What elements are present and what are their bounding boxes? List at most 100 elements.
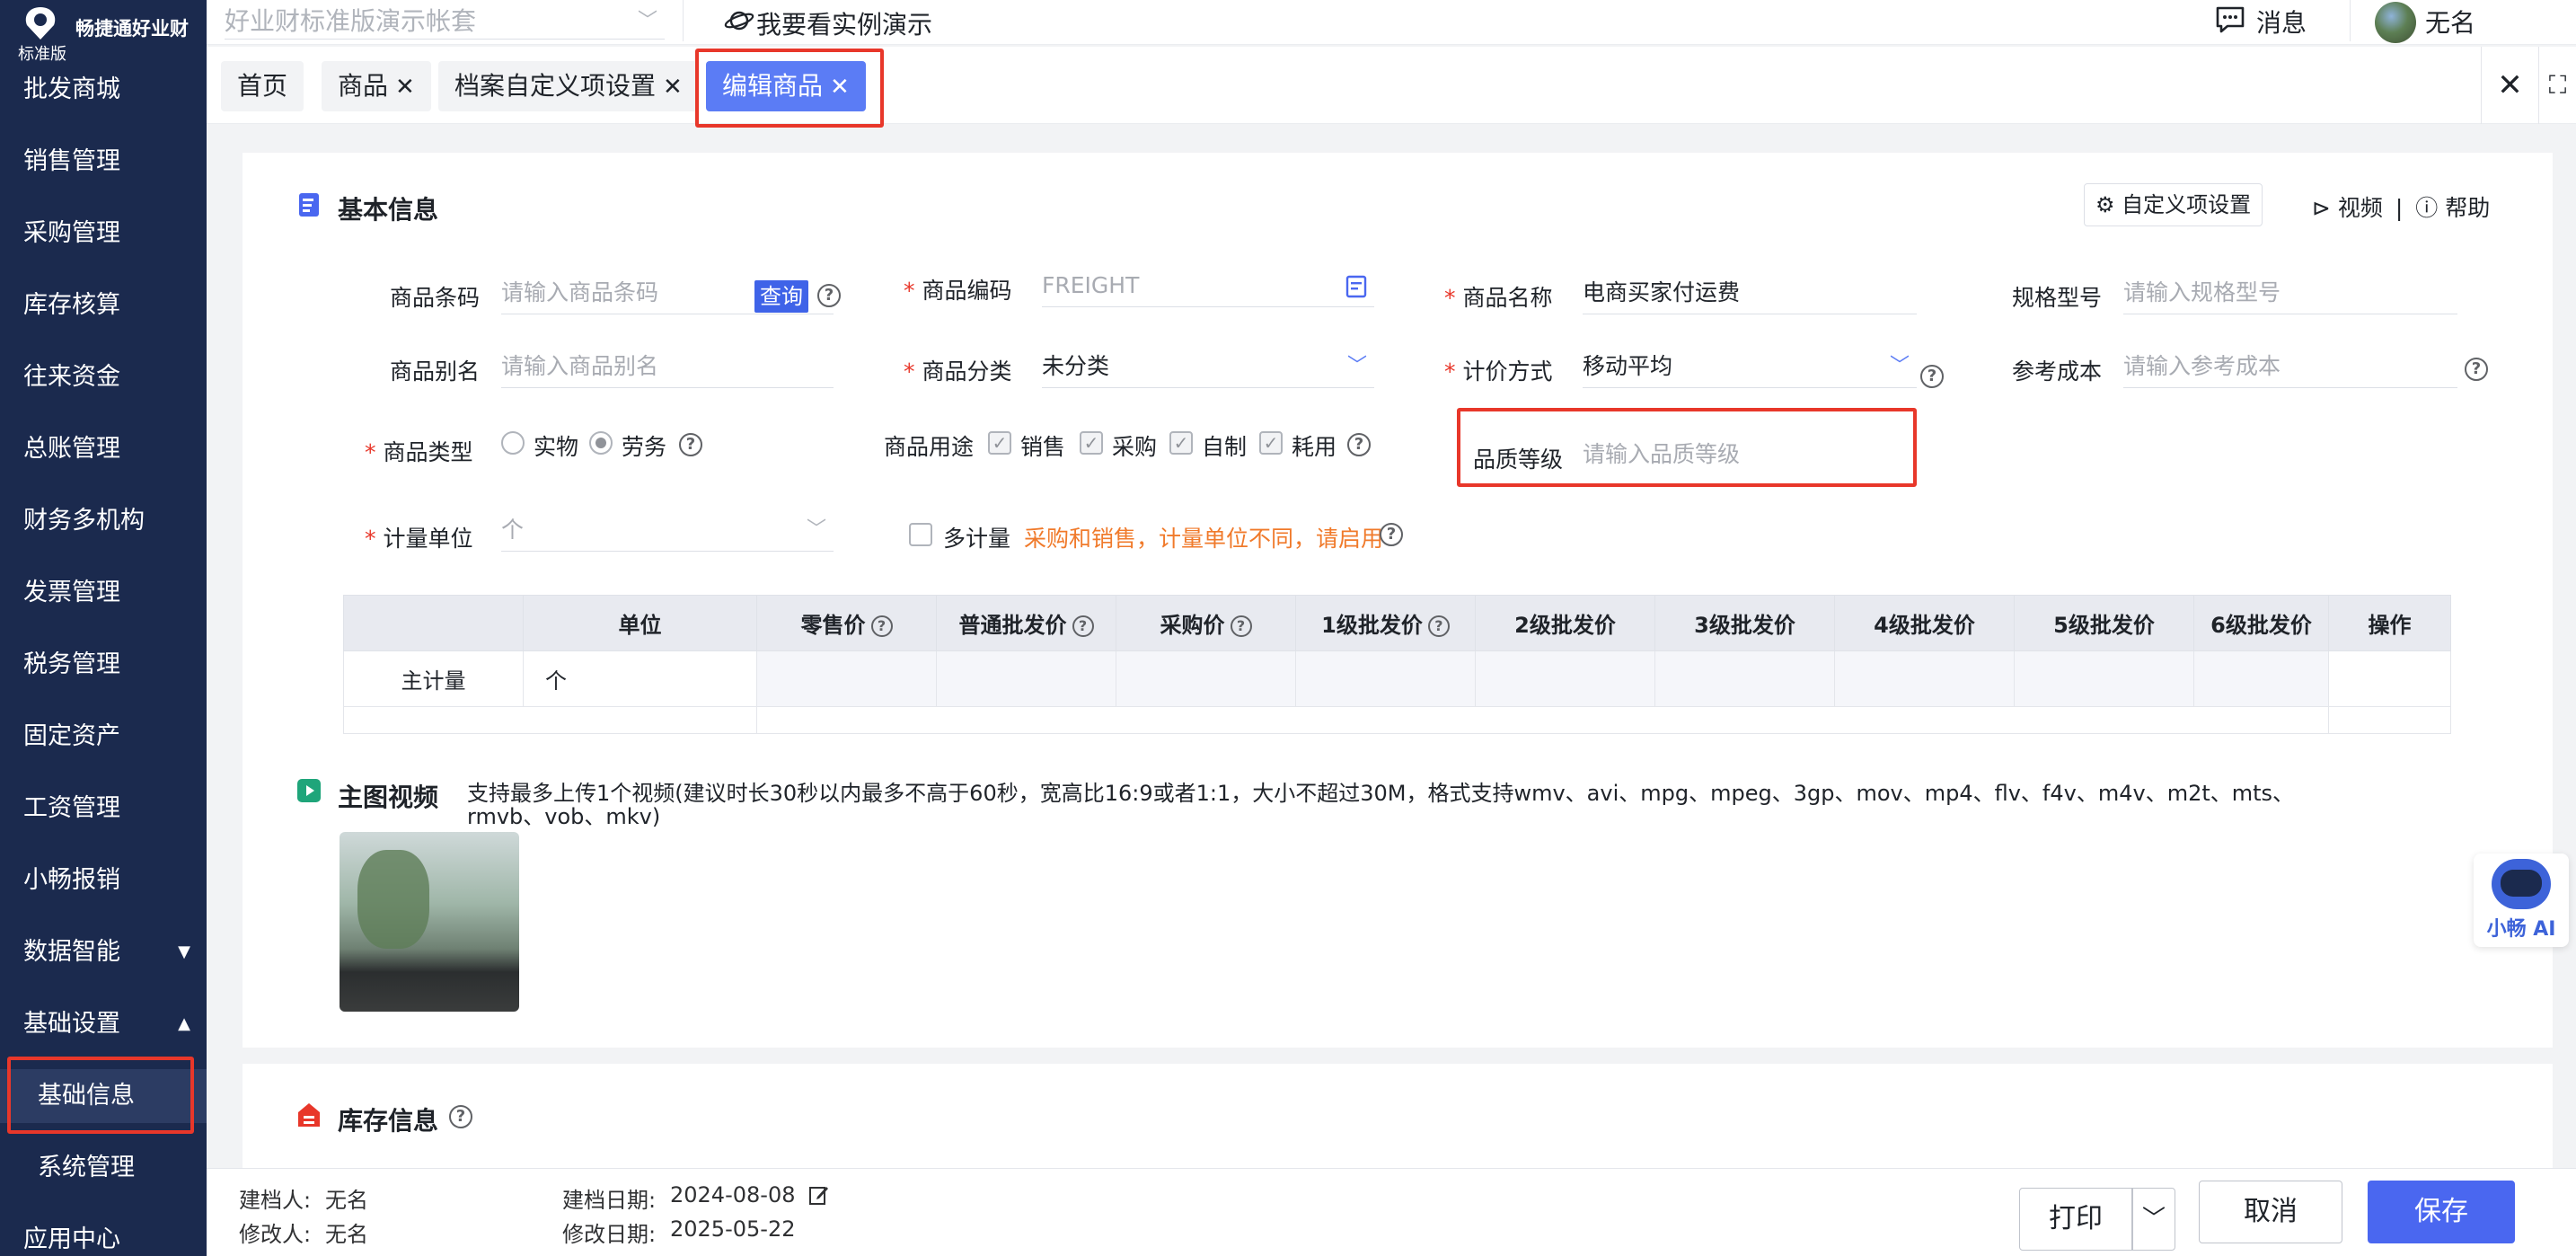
usage-checkbox-purchase[interactable]: ✓ [1080,431,1103,455]
category-select[interactable]: 未分类 ﹀ [1042,347,1374,388]
divider: | [2395,195,2404,221]
alias-input[interactable]: 请输入商品别名 [501,347,834,388]
table-header: 5级批发价 [2014,595,2194,651]
message-icon[interactable] [2215,5,2245,34]
barcode-label: 商品条码 [390,285,481,311]
barcode-query-button[interactable]: 查询 [754,280,808,313]
price-cell-wholesale[interactable] [936,650,1116,707]
sidebar-item-basic-info[interactable]: 基础信息 [0,1069,207,1123]
usage-checkbox-consume[interactable]: ✓ [1259,431,1283,455]
video-thumbnail[interactable] [340,832,519,1012]
help-icon[interactable]: ? [1072,615,1094,637]
document-icon[interactable] [1345,275,1367,298]
price-cell-level5[interactable] [2014,650,2194,707]
sidebar-item-tax[interactable]: 税务管理 [0,638,207,692]
sidebar-item-invoice[interactable]: 发票管理 [0,566,207,620]
price-cell-level6[interactable] [2193,650,2329,707]
sidebar-item-payroll[interactable]: 工资管理 [0,782,207,836]
price-cell-level2[interactable] [1475,650,1655,707]
creator-label: 建档人: [239,1188,312,1213]
video-link[interactable]: ⊳ 视频 [2312,195,2383,221]
custom-fields-button[interactable]: ⚙ 自定义项设置 [2084,183,2263,226]
refcost-input[interactable]: 请输入参考成本 [2123,347,2457,388]
sidebar-item-data-intel[interactable]: 数据智能 ▼ [0,925,207,979]
type-radio-service[interactable] [589,431,613,455]
type-radio-physical[interactable] [501,431,525,455]
sidebar-item-label: 固定资产 [23,722,120,750]
usage-checkbox-sales[interactable]: ✓ [988,431,1011,455]
messages-link[interactable]: 消息 [2256,4,2307,40]
section-title-video: 主图视频 [338,783,439,812]
help-icon[interactable]: ? [1920,365,1944,388]
costing-value: 移动平均 [1583,353,1673,379]
sidebar-item-purchase[interactable]: 采购管理 [0,207,207,261]
multi-unit-checkbox[interactable] [909,523,932,546]
play-circle-icon: ⊳ [2312,195,2338,221]
costing-label: * 计价方式 [1444,354,1553,386]
help-icon[interactable]: ? [1230,615,1252,637]
help-icon[interactable]: ? [449,1105,472,1128]
demo-link[interactable]: 我要看实例演示 [756,5,932,41]
table-header: 3级批发价 [1654,595,1835,651]
required-mark: * [904,358,915,385]
type-option-label: 实物 [534,434,579,460]
username[interactable]: 无名 [2425,4,2475,40]
ai-assistant-button[interactable]: 小畅 AI [2474,854,2569,947]
price-cell-retail[interactable] [756,650,937,707]
price-cell-purchase[interactable] [1116,650,1296,707]
cancel-button[interactable]: 取消 [2199,1181,2342,1243]
sidebar-item-ledger[interactable]: 总账管理 [0,422,207,476]
tab-custom-fields[interactable]: 档案自定义项设置 ✕ [438,61,699,111]
name-input[interactable]: 电商买家付运费 [1583,273,1917,314]
help-icon[interactable]: ? [817,284,841,307]
usage-option-label: 销售 [1020,434,1066,460]
edit-icon[interactable] [808,1184,830,1206]
help-icon[interactable]: ? [1427,615,1450,637]
price-cell-level3[interactable] [1654,650,1835,707]
table-header: 4级批发价 [1834,595,2015,651]
costing-select[interactable]: 移动平均 ﹀ [1583,347,1917,388]
help-icon[interactable]: ? [2465,358,2488,381]
quality-input[interactable]: 请输入品质等级 [1583,435,1910,476]
video-link-label: 视频 [2337,195,2383,221]
price-cell-level1[interactable] [1295,650,1476,707]
usage-checkbox-selfmade[interactable]: ✓ [1169,431,1193,455]
unit-select[interactable]: 个 ﹀ [501,510,834,552]
help-icon[interactable]: ? [1347,433,1371,456]
print-button[interactable]: 打印 [2019,1188,2132,1251]
avatar[interactable] [2375,2,2416,43]
spec-input[interactable]: 请输入规格型号 [2123,273,2457,314]
table-header-label: 普通批发价 [958,613,1067,638]
sidebar-item-basic-settings[interactable]: 基础设置 ▲ [0,997,207,1051]
sidebar-item-expense[interactable]: 小畅报销 [0,854,207,907]
sidebar-item-wholesale-mall[interactable]: 批发商城 [0,63,207,117]
sidebar-item-system-mgmt[interactable]: 系统管理 [0,1141,207,1195]
tab-goods[interactable]: 商品 ✕ [322,61,431,111]
brand-logo[interactable]: 畅捷通好业财 标准版 [13,4,201,64]
sidebar-item-fixed-assets[interactable]: 固定资产 [0,710,207,764]
sidebar-item-funds[interactable]: 往来资金 [0,350,207,404]
close-icon[interactable]: ✕ [663,74,683,101]
modified-value: 2025-05-22 [670,1216,796,1242]
save-button[interactable]: 保存 [2368,1181,2515,1243]
tab-home[interactable]: 首页 [221,61,304,111]
usage-option-label: 采购 [1112,434,1158,460]
help-icon[interactable]: ? [870,615,893,637]
tab-edit-goods[interactable]: 编辑商品 ✕ [706,61,866,111]
sidebar-item-app-center[interactable]: 应用中心 [0,1213,207,1256]
name-label: * 商品名称 [1444,280,1553,313]
sidebar-item-inventory[interactable]: 库存核算 [0,279,207,332]
sidebar-item-multi-org[interactable]: 财务多机构 [0,494,207,548]
price-cell-level4[interactable] [1834,650,2015,707]
close-icon[interactable]: ✕ [830,74,850,101]
account-select[interactable]: 好业财标准版演示帐套 ﹀ [225,4,665,40]
help-link[interactable]: ⓘ 帮助 [2415,195,2490,221]
code-input[interactable]: FREIGHT [1042,266,1374,307]
sidebar-item-sales[interactable]: 销售管理 [0,135,207,189]
fullscreen-icon[interactable]: ⛶ [2538,47,2576,124]
help-icon[interactable]: ? [679,433,702,456]
help-icon[interactable]: ? [1380,523,1403,546]
print-dropdown-button[interactable]: ﹀ [2132,1188,2175,1251]
close-icon[interactable]: ✕ [395,74,415,101]
close-all-tabs-icon[interactable]: ✕ [2481,47,2538,124]
